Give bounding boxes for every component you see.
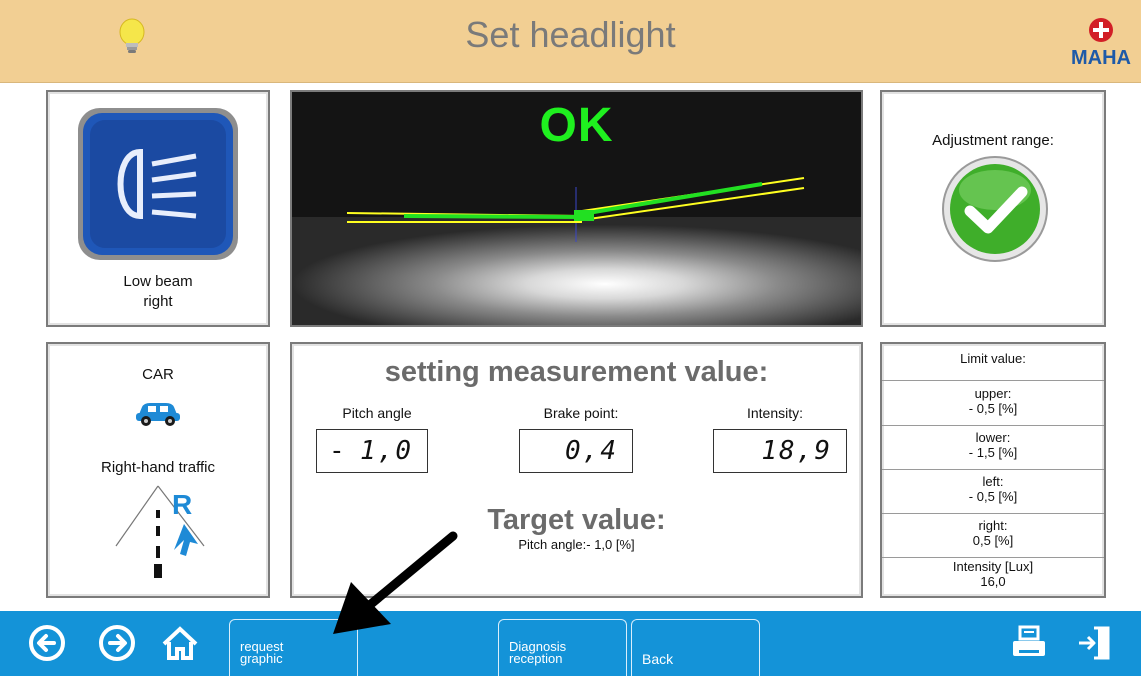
low-beam-headlight-icon bbox=[78, 108, 238, 265]
pitch-angle-display: - 1,0 bbox=[316, 429, 428, 473]
back-button[interactable]: Back bbox=[631, 619, 760, 676]
home-icon[interactable] bbox=[160, 624, 200, 667]
intensity-display: 18,9 bbox=[713, 429, 847, 473]
limit-row-intensity: Intensity [Lux] 16,0 bbox=[882, 558, 1104, 594]
brake-point-display: 0,4 bbox=[519, 429, 633, 473]
headlight-camera-view: OK bbox=[290, 90, 863, 327]
headlight-type-label: Low beam right bbox=[48, 272, 268, 312]
header-bar: Set headlight MAHA bbox=[0, 0, 1141, 83]
limit-upper-label: upper: bbox=[974, 386, 1012, 401]
limit-row-left: left: - 0,5 [%] bbox=[882, 470, 1104, 514]
limit-lower-label: lower: bbox=[975, 430, 1011, 445]
limit-row-right: right: 0,5 [%] bbox=[882, 514, 1104, 558]
limit-row-upper: upper: - 0,5 [%] bbox=[882, 382, 1104, 426]
status-ok-text: OK bbox=[539, 99, 614, 152]
footer-bar: request graphic Diagnosis reception Back bbox=[0, 611, 1141, 676]
pitch-angle-value: 1,0 bbox=[360, 436, 413, 466]
limit-title: Limit value: bbox=[882, 352, 1104, 381]
limit-title-text: Limit value: bbox=[960, 351, 1026, 366]
page-title: Set headlight bbox=[465, 14, 676, 55]
annotation-arrow bbox=[325, 530, 460, 645]
traffic-label: Right-hand traffic bbox=[101, 459, 215, 476]
adjustment-range-label: Adjustment range: bbox=[932, 132, 1054, 149]
limit-intensity-label: Intensity [Lux] bbox=[952, 559, 1034, 574]
request-graphic-line2: graphic bbox=[240, 651, 283, 666]
limit-intensity-value: 16,0 bbox=[980, 574, 1006, 589]
adjustment-range-panel: Adjustment range: bbox=[880, 90, 1106, 327]
right-hand-traffic-icon: R bbox=[114, 484, 210, 587]
limit-right-label: right: bbox=[978, 518, 1008, 533]
limit-left-value: - 0,5 [%] bbox=[968, 489, 1018, 504]
intensity-label: Intensity: bbox=[746, 405, 804, 421]
arrow-left-circle-icon[interactable] bbox=[28, 624, 66, 667]
exit-door-icon[interactable] bbox=[1076, 624, 1112, 667]
check-circle-icon bbox=[940, 154, 1050, 269]
vehicle-type-label: CAR bbox=[142, 366, 174, 383]
car-icon bbox=[134, 399, 182, 432]
limit-left-label: left: bbox=[982, 474, 1004, 489]
diagnosis-reception-button[interactable]: Diagnosis reception bbox=[498, 619, 627, 676]
limit-lower-value: - 1,5 [%] bbox=[968, 445, 1018, 460]
limit-upper-value: - 0,5 [%] bbox=[968, 401, 1018, 416]
svg-text:R: R bbox=[172, 489, 192, 520]
beam-label-line1: Low beam bbox=[123, 273, 193, 290]
brake-point-label: Brake point: bbox=[543, 405, 619, 421]
back-button-label: Back bbox=[642, 651, 674, 667]
limit-value-panel: Limit value: upper: - 0,5 [%] lower: - 1… bbox=[880, 342, 1106, 598]
brake-point-value: 0,4 bbox=[565, 436, 618, 466]
diagnosis-line2: reception bbox=[509, 651, 563, 666]
pitch-angle-label: Pitch angle bbox=[342, 405, 412, 421]
headlight-type-panel: Low beam right bbox=[46, 90, 270, 327]
measurement-title: setting measurement value: bbox=[384, 356, 769, 388]
intensity-value: 18,9 bbox=[761, 436, 832, 466]
vehicle-info-panel: CAR Right-hand traffic R bbox=[46, 342, 270, 598]
limit-right-value: 0,5 [%] bbox=[972, 533, 1014, 548]
beam-label-line2: right bbox=[143, 293, 173, 310]
pitch-angle-sign: - bbox=[329, 436, 345, 466]
limit-row-lower: lower: - 1,5 [%] bbox=[882, 426, 1104, 470]
maha-logo: MAHA bbox=[1068, 14, 1134, 75]
printer-icon[interactable] bbox=[1010, 624, 1048, 667]
svg-text:MAHA: MAHA bbox=[1071, 47, 1131, 69]
arrow-right-circle-icon[interactable] bbox=[98, 624, 136, 667]
